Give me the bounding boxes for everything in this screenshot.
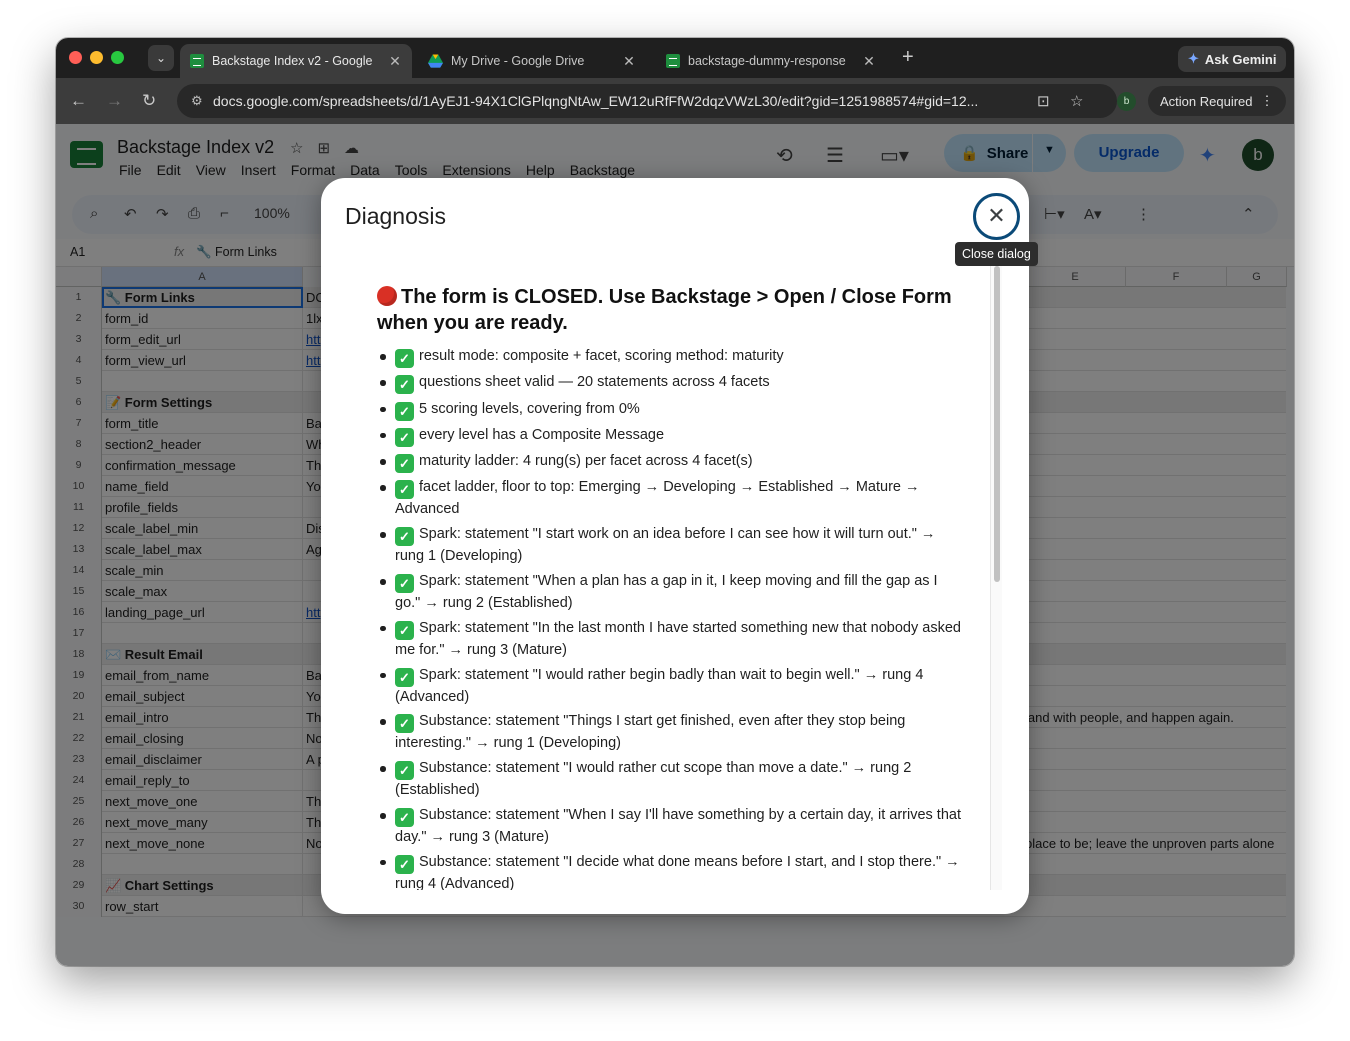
check-text: Substance: statement "Things I start get… (395, 713, 906, 752)
browser-tab-dummy-responses[interactable]: backstage-dummy-response ✕ (656, 44, 886, 78)
close-window-button[interactable] (69, 51, 82, 64)
close-tab-icon[interactable]: ✕ (388, 53, 402, 70)
gemini-sparkle-icon: ✦ (1188, 51, 1199, 66)
ask-gemini-label: Ask Gemini (1204, 51, 1277, 67)
forward-arrow-icon[interactable]: → (106, 91, 123, 111)
check-mark-icon: ✓ (395, 574, 414, 594)
check-text: Substance: statement "I decide what done… (395, 853, 960, 890)
red-circle-icon (377, 286, 397, 306)
back-arrow-icon[interactable]: ← (70, 91, 87, 111)
check-text: Spark: statement "When a plan has a gap … (395, 573, 938, 612)
sheets-icon (190, 54, 204, 68)
window-controls (69, 51, 124, 64)
diagnosis-check-item: ✓ questions sheet valid — 20 statements a… (377, 372, 962, 395)
address-bar[interactable]: ⚙ docs.google.com/spreadsheets/d/1AyEJ1-… (177, 84, 1117, 118)
check-text: every level has a Composite Message (419, 426, 665, 443)
scrollbar-thumb[interactable] (994, 266, 1000, 582)
url-text[interactable]: docs.google.com/spreadsheets/d/1AyEJ1-94… (213, 93, 978, 109)
tab-title: backstage-dummy-response (688, 54, 846, 68)
sheets-icon (666, 54, 680, 68)
action-required-label: Action Required (1160, 93, 1253, 109)
check-mark-icon: ✓ (395, 620, 414, 640)
check-text: result mode: composite + facet, scoring … (419, 348, 784, 364)
diagnosis-check-item: ✓ maturity ladder: 4 rung(s) per facet ac… (377, 451, 962, 474)
check-mark-icon: ✓ (395, 454, 414, 474)
site-info-icon[interactable]: ⚙ (191, 93, 203, 109)
diagnosis-check-item: ✓ Spark: statement "I would rather begin … (377, 665, 962, 708)
check-mark-icon: ✓ (395, 375, 414, 395)
check-mark-icon: ✓ (395, 427, 414, 447)
navigation-bar: ← → ↻ ⚙ docs.google.com/spreadsheets/d/1… (56, 78, 1294, 124)
minimize-window-button[interactable] (90, 51, 103, 64)
check-text: Spark: statement "In the last month I ha… (395, 619, 961, 658)
ask-gemini-button[interactable]: ✦ Ask Gemini (1178, 46, 1287, 72)
check-text: 5 scoring levels, covering from 0% (419, 400, 640, 417)
drive-icon (428, 54, 443, 68)
check-text: Substance: statement "When I say I'll ha… (395, 807, 961, 846)
check-mark-icon: ✓ (395, 527, 414, 547)
diagnosis-dialog: Diagnosis ✕ The form is CLOSED. Use Back… (321, 178, 1029, 914)
diagnosis-check-item: ✓ Substance: statement "I would rather cu… (377, 758, 962, 801)
tab-search-button[interactable]: ⌄ (148, 45, 174, 71)
check-mark-icon: ✓ (395, 401, 414, 421)
maximize-window-button[interactable] (111, 51, 124, 64)
dialog-scrollbar[interactable] (990, 264, 1002, 890)
check-text: facet ladder, floor to top: Emerging → D… (395, 479, 920, 518)
status-headline-text: The form is CLOSED. Use Backstage > Open… (377, 286, 952, 334)
check-text: questions sheet valid — 20 statements ac… (419, 374, 770, 391)
close-dialog-tooltip: Close dialog (955, 242, 1038, 266)
browser-tab-my-drive[interactable]: My Drive - Google Drive ✕ (418, 44, 646, 78)
check-mark-icon: ✓ (395, 480, 414, 500)
tab-title: My Drive - Google Drive (451, 54, 585, 68)
check-text: Spark: statement "I would rather begin b… (395, 666, 924, 705)
new-tab-button[interactable]: + (902, 47, 914, 67)
diagnosis-check-item: ✓ Substance: statement "Things I start ge… (377, 711, 962, 754)
diagnosis-check-item: ✓ Substance: statement "When I say I'll h… (377, 805, 962, 848)
check-mark-icon: ✓ (395, 854, 414, 874)
diagnosis-check-item: ✓ result mode: composite + facet, scoring… (377, 346, 962, 368)
browser-tab-backstage-index[interactable]: Backstage Index v2 - Google ✕ (180, 44, 412, 78)
tab-title: Backstage Index v2 - Google (212, 54, 373, 68)
check-mark-icon: ✓ (395, 761, 414, 781)
action-required-button[interactable]: Action Required ⋮ (1148, 86, 1286, 116)
browser-window: ⌄ Backstage Index v2 - Google ✕ My Drive… (56, 38, 1294, 966)
close-tab-icon[interactable]: ✕ (862, 53, 876, 70)
check-text: Substance: statement "I would rather cut… (395, 760, 912, 799)
check-mark-icon: ✓ (395, 808, 414, 828)
check-mark-icon: ✓ (395, 714, 414, 734)
diagnosis-check-item: ✓ every level has a Composite Message (377, 425, 962, 447)
dialog-title: Diagnosis (345, 203, 446, 229)
lens-icon[interactable]: ⊡ (1037, 92, 1050, 110)
profile-avatar[interactable]: b (1117, 92, 1136, 111)
diagnosis-check-item: ✓ 5 scoring levels, covering from 0% (377, 399, 962, 421)
bookmark-star-icon[interactable]: ☆ (1070, 92, 1083, 110)
tab-strip: ⌄ Backstage Index v2 - Google ✕ My Drive… (56, 38, 1294, 78)
more-vert-icon: ⋮ (1260, 93, 1274, 108)
check-text: Spark: statement "I start work on an ide… (395, 526, 936, 565)
diagnosis-check-item: ✓ facet ladder, floor to top: Emerging → … (377, 477, 962, 520)
form-status-message: The form is CLOSED. Use Backstage > Open… (377, 284, 957, 336)
diagnosis-check-list: ✓ result mode: composite + facet, scoring… (377, 346, 962, 890)
diagnosis-check-item: ✓ Spark: statement "I start work on an id… (377, 524, 962, 567)
diagnosis-check-item: ✓ Spark: statement "In the last month I h… (377, 618, 962, 661)
close-icon: ✕ (987, 203, 1006, 228)
check-mark-icon: ✓ (395, 667, 414, 687)
close-dialog-button[interactable]: ✕ (973, 193, 1020, 240)
chevron-down-icon: ⌄ (155, 51, 167, 65)
reload-icon[interactable]: ↻ (142, 91, 156, 111)
diagnosis-check-item: ✓ Spark: statement "When a plan has a gap… (377, 571, 962, 614)
close-tab-icon[interactable]: ✕ (622, 53, 636, 70)
dialog-content[interactable]: The form is CLOSED. Use Backstage > Open… (321, 258, 991, 890)
diagnosis-check-item: ✓ Substance: statement "I decide what don… (377, 852, 962, 890)
check-mark-icon: ✓ (395, 349, 414, 368)
check-text: maturity ladder: 4 rung(s) per facet acr… (419, 453, 753, 470)
